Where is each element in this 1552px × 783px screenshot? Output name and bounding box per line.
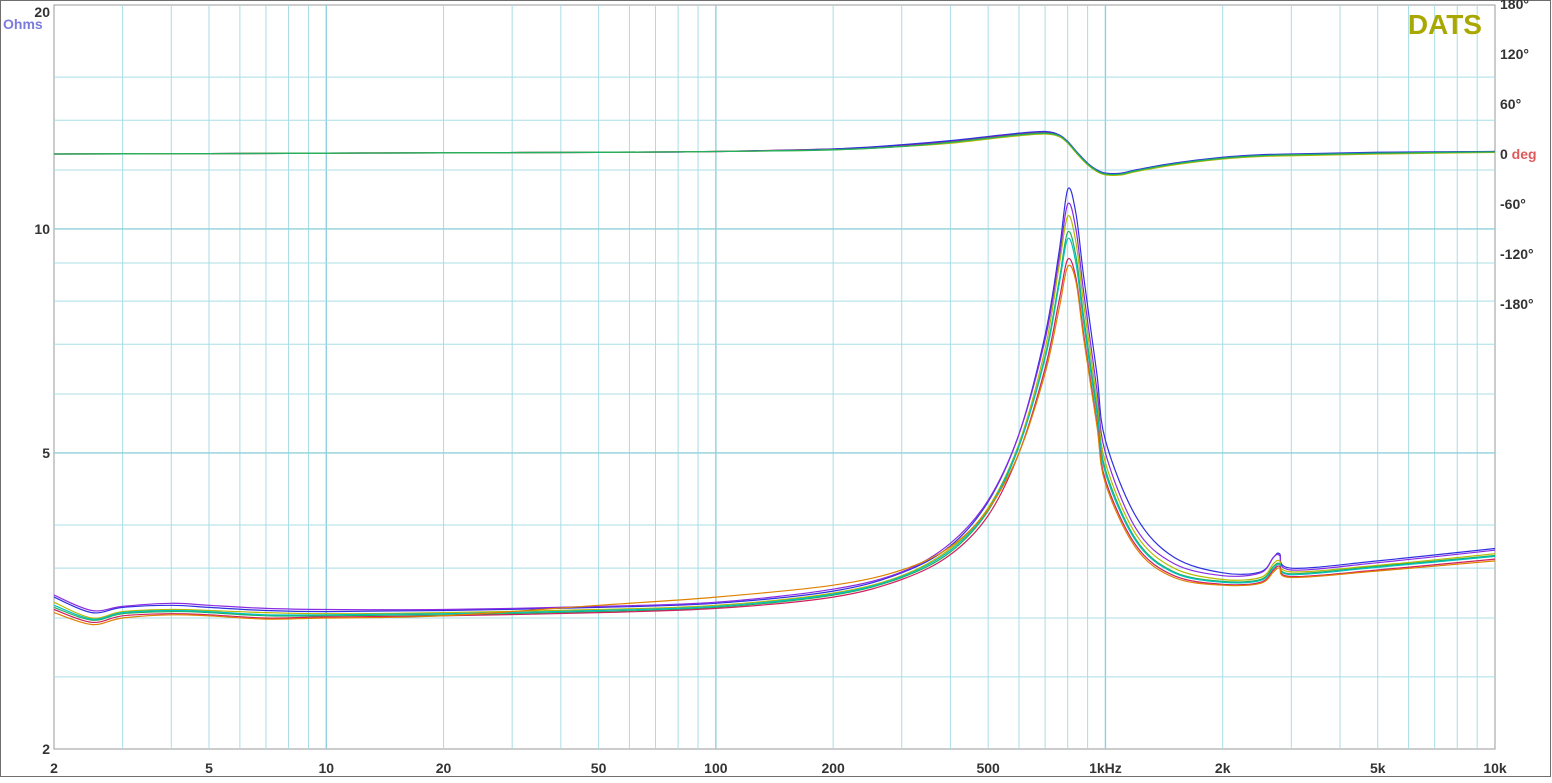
x-tick-label: 100 bbox=[704, 760, 728, 776]
y-right-tick-label: -120° bbox=[1500, 246, 1534, 262]
x-tick-label: 500 bbox=[976, 760, 1000, 776]
y-left-tick-label: 5 bbox=[42, 445, 50, 461]
logo-dats: DATS bbox=[1408, 9, 1482, 40]
y-left-tick-label: 10 bbox=[34, 221, 50, 237]
y-right-unit-label: deg bbox=[1508, 146, 1537, 162]
y-right-tick-label: 120° bbox=[1500, 46, 1529, 62]
x-tick-label: 1kHz bbox=[1089, 760, 1122, 776]
x-tick-label: 10 bbox=[319, 760, 335, 776]
x-tick-label: 2 bbox=[50, 760, 58, 776]
x-tick-label: 50 bbox=[591, 760, 607, 776]
x-tick-label: 10k bbox=[1483, 760, 1507, 776]
x-tick-label: 5k bbox=[1370, 760, 1386, 776]
x-tick-label: 2k bbox=[1215, 760, 1231, 776]
y-left-tick-label: 2 bbox=[42, 741, 50, 757]
x-tick-label: 5 bbox=[205, 760, 213, 776]
x-tick-label: 20 bbox=[436, 760, 452, 776]
y-right-tick-label: 180° bbox=[1500, 0, 1529, 12]
y-right-tick-label: -60° bbox=[1500, 196, 1526, 212]
y-right-tick-label: 0 deg bbox=[1500, 146, 1537, 162]
x-tick-label: 200 bbox=[821, 760, 845, 776]
plot-border-outer bbox=[0, 0, 1551, 777]
y-right-tick-label: 60° bbox=[1500, 96, 1521, 112]
chart-svg: DATS Ohms 2 5 10 20 50 100 200 500 1kHz 2k 5k 10k20… bbox=[0, 0, 1551, 777]
y-right-tick-label: -180° bbox=[1500, 296, 1534, 312]
impedance-chart: DATS Ohms 2 5 10 20 50 100 200 500 1kHz 2k 5k 10k 20… bbox=[0, 0, 1552, 778]
y-left-tick-label: 20 bbox=[34, 4, 50, 20]
